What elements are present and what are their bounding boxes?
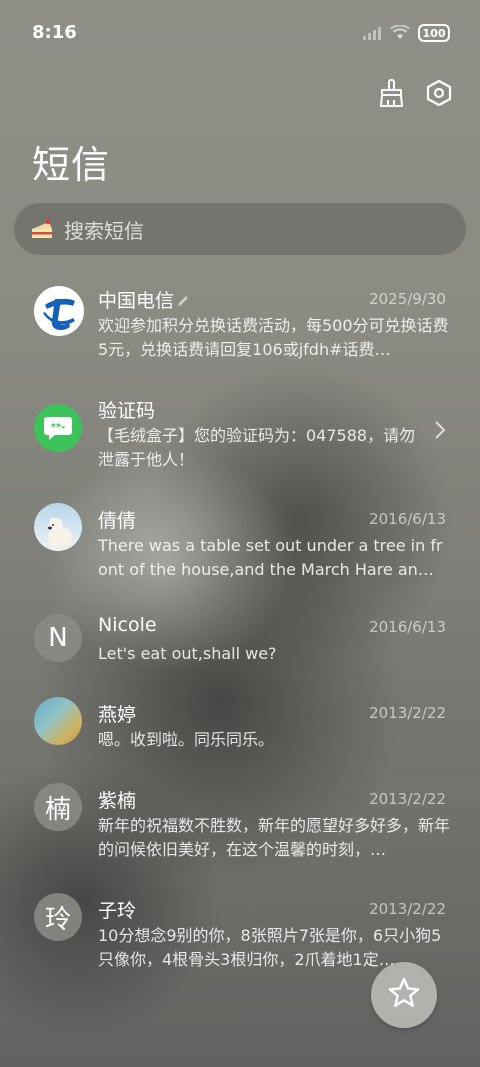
- conversation-preview: Let's eat out,shall we?: [98, 644, 277, 663]
- cake-icon: [28, 215, 56, 243]
- conversation-date: 2013/2/22: [369, 900, 446, 918]
- conversation-preview: 新年的祝福数不胜数，新年的愿望好多好多，新年的问候依旧美好，在这个温馨的时刻，…: [98, 816, 450, 859]
- conversation-item[interactable]: **- 验证码 【毛绒盒子】您的验证码为：047588，请勿泄露于他人！: [0, 396, 480, 476]
- conversation-item[interactable]: 楠 紫楠 2013/2/22 新年的祝福数不胜数，新年的愿望好多好多，新年的问候…: [0, 783, 480, 866]
- conversation-name: 验证码: [98, 400, 156, 422]
- conversation-date: 2025/9/30: [369, 290, 446, 308]
- conversation-item[interactable]: 倩倩 2016/6/13 There was a table set out u…: [0, 503, 480, 586]
- conversation-date: 2013/2/22: [369, 704, 446, 722]
- search-bar[interactable]: 搜索短信: [14, 203, 466, 255]
- conversation-name: 紫楠: [98, 790, 137, 812]
- conversation-name: Nicole: [98, 614, 157, 636]
- conversation-date: 2016/6/13: [369, 618, 446, 636]
- conversation-item[interactable]: N Nicole 2016/6/13 Let's eat out,shall w…: [0, 614, 480, 674]
- conversation-preview: There was a table set out under a tree i…: [98, 536, 443, 579]
- status-icons: 100: [362, 24, 450, 42]
- broom-icon[interactable]: [376, 78, 406, 108]
- status-time: 8:16: [32, 22, 77, 43]
- page-title: 短信: [32, 143, 111, 187]
- favorites-button[interactable]: [371, 962, 437, 1028]
- conversation-preview: 嗯。收到啦。同乐同乐。: [98, 730, 275, 749]
- settings-hexagon-icon[interactable]: [424, 78, 454, 108]
- conversation-name: 燕婷: [98, 704, 137, 726]
- pencil-icon: [176, 291, 190, 313]
- avatar: N: [34, 614, 82, 662]
- polar-bear-avatar: [34, 503, 82, 551]
- chevron-right-icon: [434, 420, 446, 444]
- conversation-name: 倩倩: [98, 510, 137, 532]
- status-bar: 8:16 100: [0, 0, 480, 68]
- search-input[interactable]: 搜索短信: [64, 215, 144, 244]
- avatar: 楠: [34, 783, 82, 831]
- wifi-icon: [390, 25, 410, 39]
- message-bubble-icon: **-: [34, 404, 82, 452]
- svg-text:**-: **-: [51, 422, 66, 433]
- signal-icon: [363, 27, 381, 40]
- star-icon: [387, 976, 421, 1014]
- battery-indicator: 100: [418, 24, 450, 42]
- conversation-date: 2013/2/22: [369, 790, 446, 808]
- conversation-name: 中国电信: [98, 286, 190, 313]
- conversation-item[interactable]: 中国电信 2025/9/30 欢迎参加积分兑换话费活动，每500分可兑换话费5元…: [0, 286, 480, 366]
- conversation-preview: 【毛绒盒子】您的验证码为：047588，请勿泄露于他人！: [98, 426, 416, 469]
- conversation-item[interactable]: 燕婷 2013/2/22 嗯。收到啦。同乐同乐。: [0, 697, 480, 760]
- conversation-preview: 欢迎参加积分兑换话费活动，每500分可兑换话费5元，兑换话费请回复106或jfd…: [98, 316, 449, 359]
- conversation-name: 子玲: [98, 900, 137, 922]
- toolbar: [376, 78, 454, 108]
- china-telecom-avatar: [34, 286, 84, 336]
- conversation-date: 2016/6/13: [369, 510, 446, 528]
- landscape-avatar: [34, 697, 82, 745]
- avatar: 玲: [34, 893, 82, 941]
